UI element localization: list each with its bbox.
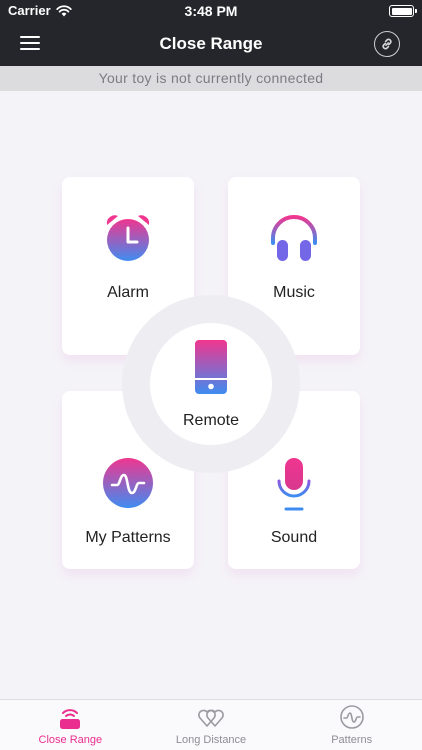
microphone-icon xyxy=(277,458,311,511)
battery-icon xyxy=(389,5,417,17)
battery-fill xyxy=(391,7,412,15)
pattern-icon xyxy=(339,705,364,729)
status-time: 3:48 PM xyxy=(184,3,238,19)
remote-button[interactable]: Remote xyxy=(150,323,272,445)
nav-bar: Close Range xyxy=(0,22,422,66)
tab-label: Long Distance xyxy=(175,734,247,746)
status-bar: Carrier 3:48 PM xyxy=(0,0,422,22)
headphones-icon xyxy=(271,215,317,261)
card-icon-wrap xyxy=(62,211,194,265)
tab-bar: Close Range Long Distance Patterns xyxy=(0,699,422,750)
hamburger-menu-icon[interactable] xyxy=(20,34,42,52)
close-range-icon xyxy=(60,709,81,729)
tab-patterns[interactable]: Patterns xyxy=(281,700,422,750)
alarm-label: Alarm xyxy=(107,284,149,301)
sound-label: Sound xyxy=(270,529,318,546)
my-patterns-label: My Patterns xyxy=(85,529,171,546)
connection-status-banner: Your toy is not currently connected xyxy=(0,66,422,91)
page-title: Close Range xyxy=(159,34,263,53)
card-icon-wrap xyxy=(228,211,360,265)
tab-long-distance[interactable]: Long Distance xyxy=(141,700,282,750)
alarm-clock-icon xyxy=(106,215,150,261)
tab-label: Close Range xyxy=(38,734,103,746)
wave-pattern-icon xyxy=(103,458,153,508)
link-icon xyxy=(382,38,392,50)
header: Carrier 3:48 PM Close Range xyxy=(0,0,422,66)
tab-close-range[interactable]: Close Range xyxy=(0,700,141,750)
tab-label: Patterns xyxy=(331,734,373,746)
app-screen: Carrier 3:48 PM Close Range Your toy is … xyxy=(0,0,422,750)
hearts-icon xyxy=(198,709,224,727)
link-button[interactable] xyxy=(374,31,400,57)
phone-remote-icon xyxy=(195,340,227,394)
music-label: Music xyxy=(273,284,315,301)
card-icon-wrap xyxy=(228,457,360,511)
remote-label: Remote xyxy=(182,412,240,429)
